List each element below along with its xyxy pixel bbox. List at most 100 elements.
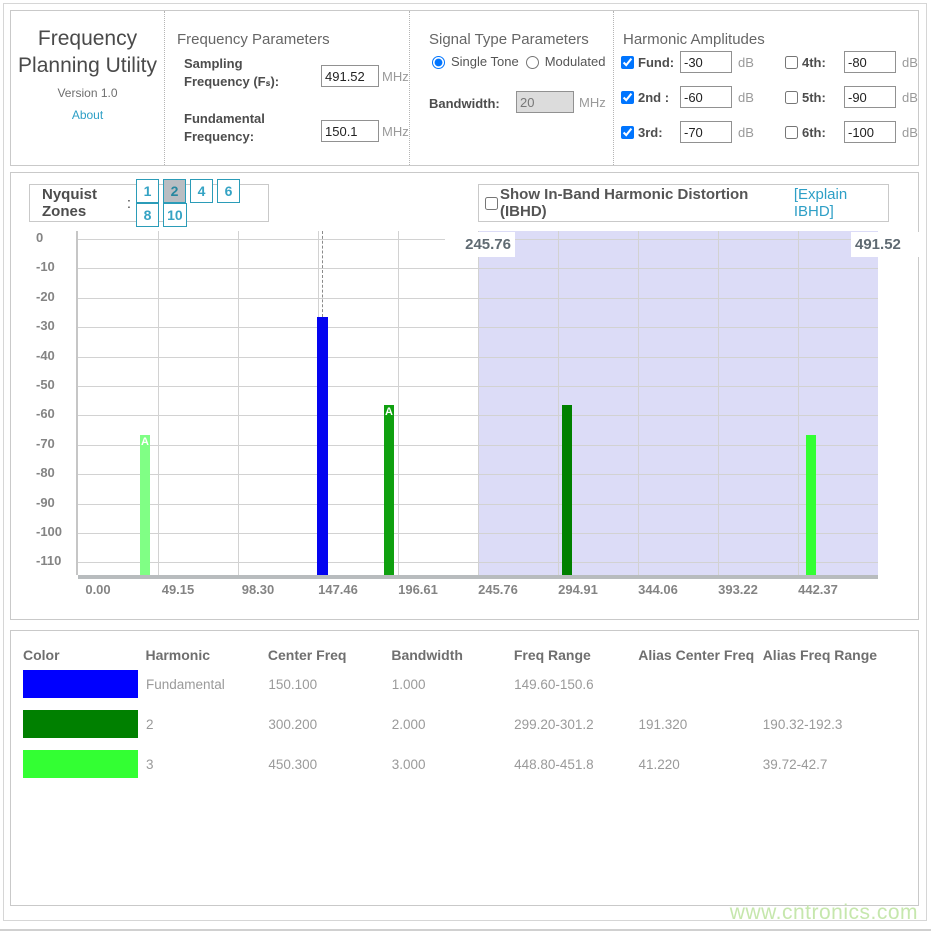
x-axis-tick-label: 442.37 — [783, 582, 853, 597]
harmonic-3rd-checkbox[interactable] — [621, 126, 634, 139]
table-header-alias-freq-range: Alias Freq Range — [763, 645, 912, 664]
harmonic-amplitude-row: 5th: dB — [785, 86, 918, 108]
harmonics-table-panel: ColorHarmonicCenter FreqBandwidthFreq Ra… — [10, 630, 919, 906]
v-gridline — [478, 231, 479, 575]
v-gridline — [558, 231, 559, 575]
v-gridline — [238, 231, 239, 575]
v-gridline — [638, 231, 639, 575]
table-header-color: Color — [23, 645, 145, 664]
alias-marker: A — [384, 406, 394, 418]
harmonic-amplitude-input[interactable] — [680, 86, 732, 108]
table-cell-alias_center_freq — [638, 664, 762, 704]
harmonic-amplitude-row: 6th:dB — [785, 121, 918, 143]
table-row: 3450.3003.000448.80-451.841.22039.72-42.… — [23, 744, 912, 784]
color-cell — [23, 664, 146, 704]
frequency-planning-utility-app: Frequency Planning Utility Version 1.0 A… — [0, 0, 931, 941]
signal-type-title: Signal Type Parameters — [429, 31, 589, 48]
y-axis-tick-label: -10 — [36, 259, 80, 274]
section-divider — [409, 11, 410, 165]
y-axis-tick-label: -50 — [36, 377, 80, 392]
harmonic-amplitude-row: Fund:dB — [621, 51, 754, 73]
table-header-freq-range: Freq Range — [514, 645, 638, 664]
x-axis-baseline — [78, 575, 878, 579]
table-header-row: ColorHarmonicCenter FreqBandwidthFreq Ra… — [23, 645, 912, 664]
table-header-center-freq: Center Freq — [268, 645, 391, 664]
table-cell-bandwidth: 1.000 — [392, 664, 514, 704]
harmonic-amplitude-row: 3rd:dB — [621, 121, 754, 143]
y-axis-tick-label: 0 — [36, 230, 80, 245]
harmonic-5th-checkbox[interactable] — [785, 91, 798, 104]
harmonic-unit: dB — [738, 55, 754, 70]
v-gridline — [718, 231, 719, 575]
watermark: www.cntronics.com — [730, 901, 918, 925]
fundamental-frequency-input[interactable] — [321, 120, 379, 142]
harmonic-amplitudes-section: Harmonic Amplitudes Fund:dB2nd :dB3rd:dB… — [613, 11, 920, 165]
table-cell-center_freq: 150.100 — [268, 664, 391, 704]
harmonic-label: 5th: — [802, 90, 844, 105]
table-cell-center_freq: 450.300 — [268, 744, 391, 784]
table-cell-harmonic: Fundamental — [146, 664, 268, 704]
harmonic-4th-checkbox[interactable] — [785, 56, 798, 69]
y-axis-tick-label: -40 — [36, 348, 80, 363]
harmonic-label: 2nd : — [638, 90, 680, 105]
app-title: Frequency Planning Utility — [11, 25, 164, 79]
harmonic-amplitude-row: 2nd : dB — [621, 86, 754, 108]
third-harmonic-alias-bar: A — [140, 435, 150, 575]
bandwidth-input — [516, 91, 574, 113]
harmonic-unit: dB — [738, 90, 754, 105]
modulated-radio[interactable] — [526, 56, 539, 69]
x-axis-tick-label: 98.30 — [223, 582, 293, 597]
v-gridline — [798, 231, 799, 575]
y-axis-tick-label: -70 — [36, 436, 80, 451]
x-axis-tick-label: 245.76 — [463, 582, 533, 597]
harmonic-amplitude-input[interactable] — [680, 121, 732, 143]
table-cell-alias_freq_range: 39.72-42.7 — [763, 744, 912, 784]
x-axis-tick-label: 294.91 — [543, 582, 613, 597]
table-cell-bandwidth: 3.000 — [392, 744, 514, 784]
table-cell-bandwidth: 2.000 — [392, 704, 514, 744]
v-gridline — [398, 231, 399, 575]
parameters-panel: Frequency Planning Utility Version 1.0 A… — [10, 10, 919, 166]
table-cell-alias_center_freq: 41.220 — [638, 744, 762, 784]
bandwidth-unit: MHz — [579, 95, 606, 110]
harmonic-amplitude-input[interactable] — [844, 86, 896, 108]
harmonic-fund-checkbox[interactable] — [621, 56, 634, 69]
alias-marker: A — [140, 436, 150, 448]
fundamental-frequency-label: Fundamental Frequency: — [184, 110, 309, 146]
table-row: 2300.2002.000299.20-301.2191.320190.32-1… — [23, 704, 912, 744]
harmonic-6th-checkbox[interactable] — [785, 126, 798, 139]
y-axis-tick-label: -110 — [36, 553, 80, 568]
x-axis-tick-label: 0.00 — [63, 582, 133, 597]
table-header-harmonic: Harmonic — [145, 645, 267, 664]
y-axis-tick-label: -30 — [36, 318, 80, 333]
single-tone-radio[interactable] — [432, 56, 445, 69]
x-axis-tick-label: 49.15 — [143, 582, 213, 597]
table-cell-freq_range: 448.80-451.8 — [514, 744, 638, 784]
v-gridline — [158, 231, 159, 575]
harmonic-amplitude-row: 4th:dB — [785, 51, 918, 73]
table-cell-alias_freq_range — [763, 664, 912, 704]
spectrum-chart: 0-10-20-30-40-50-60-70-80-90-100-1100.00… — [11, 173, 918, 619]
table-cell-harmonic: 3 — [146, 744, 268, 784]
app-version: Version 1.0 — [11, 86, 164, 100]
harmonic-2nd-checkbox[interactable] — [621, 91, 634, 104]
about-link[interactable]: About — [11, 108, 164, 122]
harmonic-color-swatch — [23, 670, 138, 698]
x-axis-tick-label: 196.61 — [383, 582, 453, 597]
y-axis-tick-label: -100 — [36, 524, 80, 539]
signal-type-section: Signal Type Parameters Single Tone Modul… — [419, 11, 613, 165]
table-cell-alias_center_freq: 191.320 — [638, 704, 762, 744]
x-axis-tick-label: 344.06 — [623, 582, 693, 597]
harmonic-unit: dB — [902, 90, 918, 105]
table-header-alias-center-freq: Alias Center Freq — [638, 645, 762, 664]
frequency-parameters-title: Frequency Parameters — [177, 31, 330, 48]
sampling-frequency-input[interactable] — [321, 65, 379, 87]
nyquist-zone-2-shaded-region — [478, 231, 878, 575]
harmonic-unit: dB — [902, 55, 918, 70]
harmonic-amplitude-input[interactable] — [680, 51, 732, 73]
table-header-bandwidth: Bandwidth — [391, 645, 513, 664]
harmonic-amplitude-input[interactable] — [844, 121, 896, 143]
chart-panel: Nyquist Zones : 1246810 Show In-Band Har… — [10, 172, 919, 620]
color-cell — [23, 704, 146, 744]
harmonic-amplitude-input[interactable] — [844, 51, 896, 73]
